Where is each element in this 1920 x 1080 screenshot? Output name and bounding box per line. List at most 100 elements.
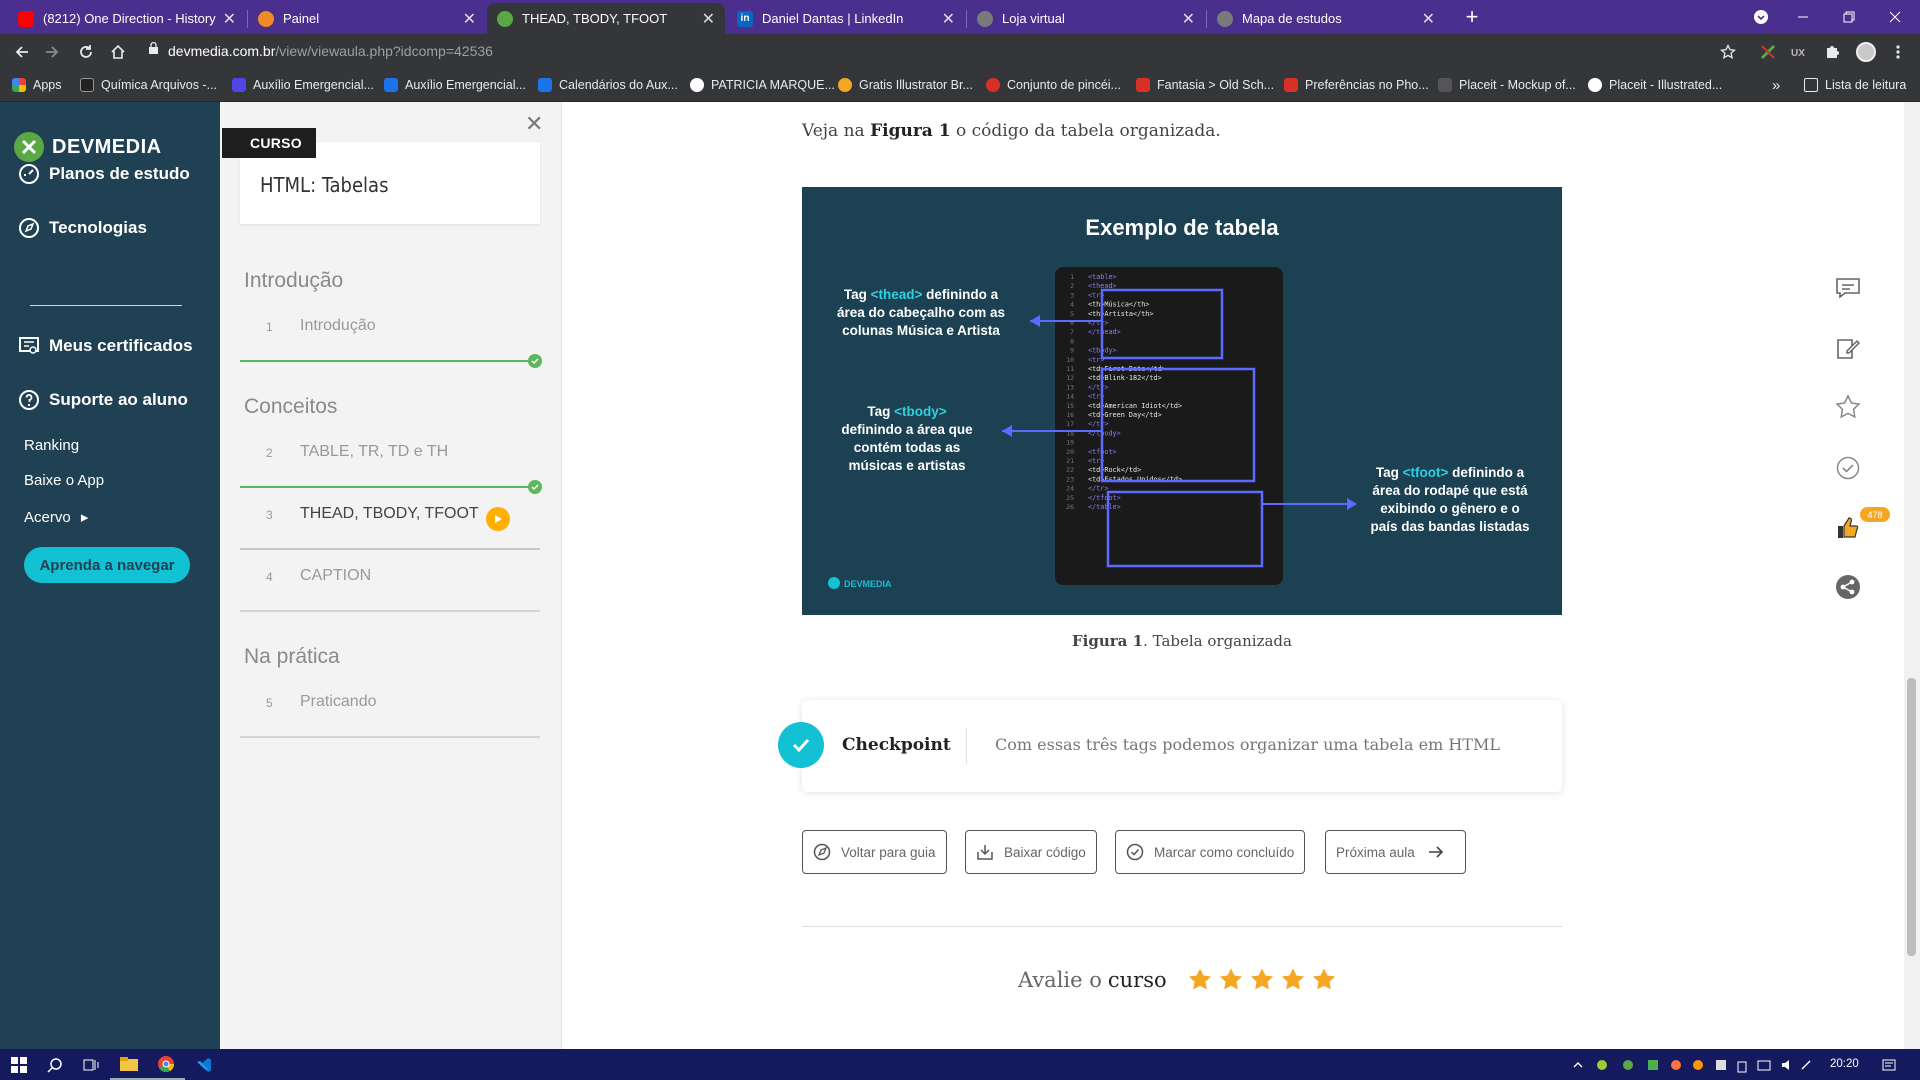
nav-planos-de-estudo[interactable]: Planos de estudo — [18, 163, 190, 185]
taskbar-clock[interactable]: 20:20 — [1830, 1058, 1859, 1070]
bookmark-item[interactable]: Auxílio Emergencial... — [232, 76, 374, 94]
puzzle-icon[interactable] — [1818, 38, 1846, 66]
reload-icon[interactable] — [72, 38, 100, 66]
tab-close-icon[interactable]: ✕ — [1182, 9, 1195, 29]
browser-tab-bar: (8212) One Direction - History (C ✕ Pain… — [0, 0, 1920, 34]
lesson-item-current[interactable]: 3 THEAD, TBODY, TFOOT — [240, 488, 540, 550]
tab-close-icon[interactable]: ✕ — [463, 9, 476, 29]
bookmark-label: Placeit - Mockup of... — [1459, 78, 1576, 92]
bookmark-favicon-icon — [690, 78, 704, 92]
nav-baixe-o-app[interactable]: Baixe o App — [24, 472, 104, 489]
bookmark-item[interactable]: Conjunto de pincéi... — [986, 76, 1121, 94]
lesson-item[interactable]: 1 Introdução — [240, 300, 542, 368]
bookmark-favicon-icon — [1438, 78, 1452, 92]
comment-icon[interactable] — [1834, 274, 1862, 302]
lesson-item[interactable]: 4 CAPTION — [240, 550, 540, 612]
tab-close-icon[interactable]: ✕ — [702, 9, 715, 29]
bookmark-item[interactable]: Química Arquivos -... — [80, 76, 217, 94]
minimize-icon[interactable] — [1780, 0, 1826, 34]
reading-list-button[interactable]: Lista de leitura — [1804, 76, 1906, 94]
back-icon[interactable] — [8, 38, 36, 66]
address-bar[interactable]: devmedia.com.br/view/viewaula.php?idcomp… — [168, 38, 493, 65]
star-icon[interactable] — [1280, 967, 1306, 993]
voltar-para-guia-button[interactable]: Voltar para guia — [802, 830, 947, 874]
edit-icon[interactable] — [1834, 334, 1862, 362]
extension-icon[interactable] — [1754, 38, 1782, 66]
vscode-icon[interactable] — [185, 1049, 223, 1080]
notifications-icon[interactable] — [1870, 1049, 1908, 1080]
tab-search-icon[interactable] — [1738, 0, 1784, 34]
close-panel-icon[interactable]: ✕ — [525, 111, 543, 137]
code-line-number: 4 — [1070, 301, 1074, 309]
task-view-icon[interactable] — [72, 1049, 110, 1080]
lesson-title: CAPTION — [300, 567, 372, 584]
file-explorer-icon[interactable] — [110, 1049, 148, 1080]
code-line-number: 19 — [1066, 439, 1074, 447]
lesson-title: TABLE, TR, TD e TH — [300, 443, 449, 460]
browser-tab[interactable]: Painel ✕ — [248, 3, 486, 34]
search-icon[interactable] — [36, 1049, 74, 1080]
bookmark-item[interactable]: Preferências no Pho... — [1284, 76, 1429, 94]
lock-icon[interactable] — [148, 42, 159, 55]
bookmark-item[interactable]: Fantasia > Old Sch... — [1136, 76, 1274, 94]
star-outline-icon[interactable] — [1834, 393, 1862, 421]
menu-kebab-icon[interactable] — [1884, 38, 1912, 66]
bookmark-item[interactable]: Placeit - Illustrated... — [1588, 76, 1722, 94]
bookmark-item[interactable]: Calendários do Aux... — [538, 76, 678, 94]
devmedia-logo[interactable]: DEVMEDIA — [14, 132, 162, 162]
thumbs-up-icon[interactable] — [1834, 514, 1862, 542]
url-host: devmedia.com.br — [168, 43, 276, 59]
code-line: <th>Artista</th> — [1088, 310, 1153, 318]
bookmark-item[interactable]: Gratis Illustrator Br... — [838, 76, 973, 94]
tab-close-icon[interactable]: ✕ — [1422, 9, 1435, 29]
bookmarks-overflow-button[interactable]: » — [1772, 76, 1780, 94]
proxima-aula-button[interactable]: Próxima aula — [1325, 830, 1466, 874]
close-window-icon[interactable] — [1872, 0, 1918, 34]
lesson-complete-icon — [528, 354, 542, 368]
new-tab-button[interactable]: + — [1449, 0, 1495, 34]
nav-suporte-ao-aluno[interactable]: Suporte ao aluno — [18, 389, 188, 411]
chrome-icon[interactable] — [147, 1049, 185, 1080]
lesson-title: Praticando — [300, 693, 377, 710]
home-icon[interactable] — [104, 38, 132, 66]
aprenda-a-navegar-button[interactable]: Aprenda a navegar — [24, 547, 190, 583]
share-icon[interactable] — [1834, 573, 1862, 601]
forward-icon[interactable] — [38, 38, 66, 66]
code-line-number: 25 — [1066, 494, 1074, 502]
lesson-progress-bar — [240, 360, 540, 362]
bookmark-item[interactable]: Placeit - Mockup of... — [1438, 76, 1576, 94]
marcar-como-concluido-button[interactable]: Marcar como concluído — [1115, 830, 1306, 874]
system-tray[interactable] — [1568, 1049, 1818, 1080]
bookmark-item[interactable]: PATRICIA MARQUE... — [690, 76, 835, 94]
windows-start-icon[interactable] — [0, 1049, 38, 1080]
star-icon[interactable] — [1218, 967, 1244, 993]
lesson-item[interactable]: 2 TABLE, TR, TD e TH — [240, 426, 542, 494]
maximize-icon[interactable] — [1826, 0, 1872, 34]
nav-meus-certificados[interactable]: Meus certificados — [18, 335, 193, 357]
browser-tab[interactable]: Loja virtual ✕ — [967, 3, 1205, 34]
bookmark-item[interactable]: Auxílio Emergencial... — [384, 76, 526, 94]
baixar-codigo-button[interactable]: Baixar código — [965, 830, 1097, 874]
scrollbar-thumb[interactable] — [1907, 678, 1916, 956]
browser-tab[interactable]: in Daniel Dantas | LinkedIn ✕ — [727, 3, 965, 34]
check-circle-icon[interactable] — [1834, 454, 1862, 482]
code-line-number: 14 — [1066, 393, 1074, 401]
nav-acervo[interactable]: Acervo ▸ — [24, 508, 88, 526]
tab-close-icon[interactable]: ✕ — [942, 9, 955, 29]
profile-avatar[interactable] — [1852, 38, 1880, 66]
lesson-item[interactable]: 5 Praticando — [240, 676, 540, 738]
extension-icon[interactable]: UX — [1784, 38, 1812, 66]
lesson-content: Veja na Figura 1 o código da tabela orga… — [562, 102, 1904, 1049]
bookmark-apps[interactable]: Apps — [12, 76, 62, 94]
browser-tab[interactable]: Mapa de estudos ✕ — [1207, 3, 1445, 34]
nav-tecnologias[interactable]: Tecnologias — [18, 217, 147, 239]
browser-tab-active[interactable]: THEAD, TBODY, TFOOT ✕ — [487, 3, 725, 34]
bookmark-star-icon[interactable] — [1714, 38, 1742, 66]
star-icon[interactable] — [1187, 967, 1213, 993]
star-icon[interactable] — [1311, 967, 1337, 993]
browser-tab[interactable]: (8212) One Direction - History (C ✕ — [8, 3, 246, 34]
nav-ranking[interactable]: Ranking — [24, 437, 79, 454]
star-icon[interactable] — [1249, 967, 1275, 993]
tab-close-icon[interactable]: ✕ — [223, 9, 236, 29]
compass-icon — [19, 218, 39, 238]
